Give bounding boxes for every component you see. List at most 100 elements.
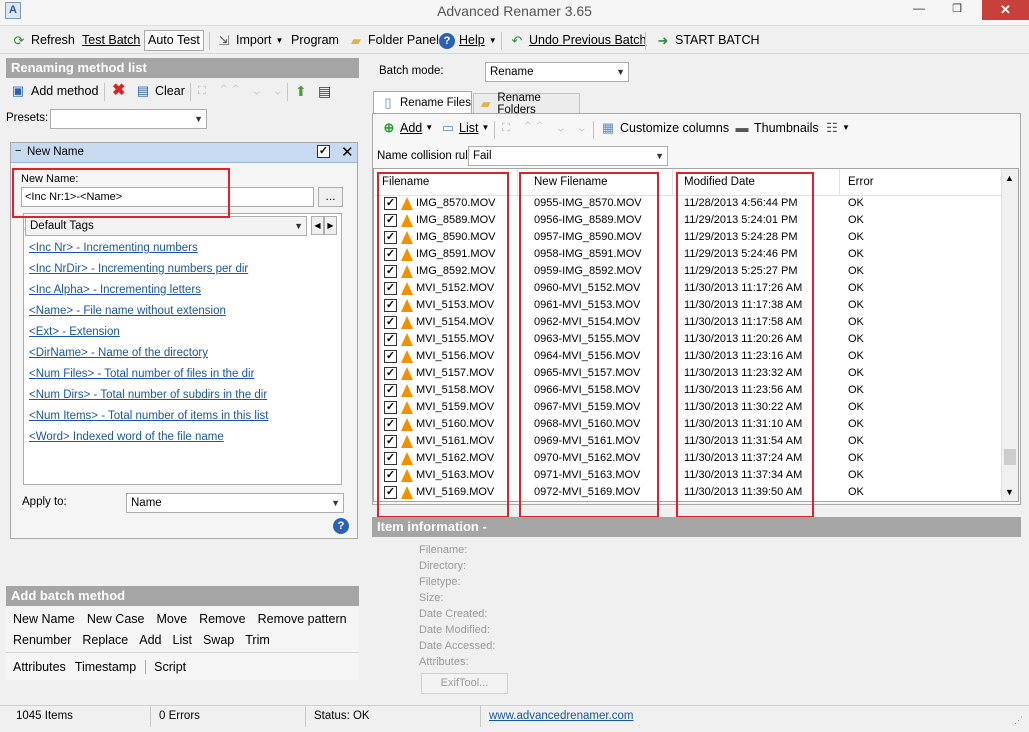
close-button[interactable]: ✕: [982, 0, 1029, 20]
row-checkbox[interactable]: ✓: [384, 299, 397, 312]
table-row[interactable]: ✓ IMG_8592.MOV 0959-IMG_8592.MOV 11/29/2013…: [374, 263, 999, 280]
row-checkbox[interactable]: ✓: [384, 265, 397, 278]
scrollbar-thumb[interactable]: [1004, 449, 1016, 465]
tag-link[interactable]: <Inc Alpha> - Incrementing letters: [29, 284, 201, 296]
apply-to-select[interactable]: Name ▼: [126, 493, 344, 513]
row-checkbox[interactable]: ✓: [384, 486, 397, 499]
batch-method-add[interactable]: Add: [139, 633, 161, 647]
tags-next-button[interactable]: ▶: [324, 216, 337, 235]
batch-method-timestamp[interactable]: Timestamp: [75, 660, 136, 674]
tag-link[interactable]: <Num Items> - Total number of items in t…: [29, 410, 268, 422]
method-help-icon[interactable]: ?: [333, 518, 349, 534]
row-checkbox[interactable]: ✓: [384, 435, 397, 448]
test-batch-button[interactable]: Test Batch: [79, 30, 143, 51]
row-checkbox[interactable]: ✓: [384, 248, 397, 261]
batch-method-new-case[interactable]: New Case: [87, 612, 145, 626]
undo-previous-batch-button[interactable]: ↶ Undo Previous Batch: [506, 30, 649, 51]
row-checkbox[interactable]: ✓: [384, 401, 397, 414]
table-row[interactable]: ✓ MVI_5169.MOV 0972-MVI_5169.MOV 11/30/2013…: [374, 484, 999, 501]
customize-columns-button[interactable]: ▦ Customize columns: [600, 118, 729, 138]
batch-method-replace[interactable]: Replace: [82, 633, 128, 647]
auto-test-button[interactable]: Auto Test: [144, 30, 204, 51]
column-header-filename[interactable]: Filename: [374, 169, 518, 195]
load-preset-icon[interactable]: ⬆: [295, 81, 307, 101]
batch-method-attributes[interactable]: Attributes: [13, 660, 66, 674]
table-row[interactable]: ✓ MVI_5163.MOV 0971-MVI_5163.MOV 11/30/2013…: [374, 467, 999, 484]
table-row[interactable]: ✓ MVI_5159.MOV 0967-MVI_5159.MOV 11/30/2013…: [374, 399, 999, 416]
batch-method-trim[interactable]: Trim: [245, 633, 270, 647]
tag-link[interactable]: <DirName> - Name of the directory: [29, 347, 208, 359]
program-button[interactable]: Program: [288, 30, 342, 51]
table-row[interactable]: ✓ IMG_8590.MOV 0957-IMG_8590.MOV 11/29/2013…: [374, 229, 999, 246]
batch-method-script[interactable]: Script: [145, 660, 186, 674]
add-files-button[interactable]: ⊕ Add ▼: [381, 118, 434, 138]
presets-select[interactable]: ▼: [50, 109, 207, 129]
tags-prev-button[interactable]: ◀: [311, 216, 324, 235]
row-checkbox[interactable]: ✓: [384, 333, 397, 346]
delete-icon[interactable]: ✖: [112, 81, 128, 101]
tab-rename-folders[interactable]: ▰ Rename Folders: [473, 92, 580, 116]
tag-link[interactable]: <Word> Indexed word of the file name: [29, 431, 224, 443]
batch-method-new-name[interactable]: New Name: [13, 612, 75, 626]
list-button[interactable]: ▭ List ▼: [440, 118, 490, 138]
row-checkbox[interactable]: ✓: [384, 214, 397, 227]
batch-mode-select[interactable]: Rename ▼: [485, 62, 629, 82]
batch-method-renumber[interactable]: Renumber: [13, 633, 71, 647]
tag-link[interactable]: <Num Dirs> - Total number of subdirs in …: [29, 389, 267, 401]
refresh-button[interactable]: ⟳ Refresh: [8, 30, 78, 51]
tag-link[interactable]: <Num Files> - Total number of files in t…: [29, 368, 254, 380]
tag-link[interactable]: <Name> - File name without extension: [29, 305, 226, 317]
row-checkbox[interactable]: ✓: [384, 282, 397, 295]
batch-method-remove[interactable]: Remove: [199, 612, 246, 626]
table-row[interactable]: ✓ MVI_5152.MOV 0960-MVI_5152.MOV 11/30/2013…: [374, 280, 999, 297]
row-checkbox[interactable]: ✓: [384, 469, 397, 482]
view-options-button[interactable]: ☷ ▼: [824, 118, 850, 138]
collapse-icon[interactable]: −: [15, 145, 21, 157]
remove-method-icon[interactable]: ✕: [341, 143, 354, 161]
batch-method-move[interactable]: Move: [157, 612, 188, 626]
row-checkbox[interactable]: ✓: [384, 452, 397, 465]
row-checkbox[interactable]: ✓: [384, 384, 397, 397]
help-button[interactable]: ? Help ▼: [436, 30, 500, 51]
table-row[interactable]: ✓ MVI_5158.MOV 0966-MVI_5158.MOV 11/30/2013…: [374, 382, 999, 399]
maximize-button[interactable]: ❐: [938, 0, 976, 20]
row-checkbox[interactable]: ✓: [384, 350, 397, 363]
save-icon[interactable]: ▤: [318, 81, 331, 101]
folder-panel-button[interactable]: ▰ Folder Panel: [345, 30, 442, 51]
browse-button[interactable]: ...: [318, 187, 343, 207]
table-row[interactable]: ✓ MVI_5156.MOV 0964-MVI_5156.MOV 11/30/2013…: [374, 348, 999, 365]
tag-link[interactable]: <Inc NrDir> - Incrementing numbers per d…: [29, 263, 248, 275]
start-batch-button[interactable]: ➜ START BATCH: [652, 30, 763, 51]
new-name-input[interactable]: <Inc Nr:1>-<Name>: [21, 187, 314, 207]
tags-select[interactable]: Default Tags ▼: [25, 216, 307, 236]
resize-grip-icon[interactable]: ⋰: [1014, 715, 1023, 726]
scroll-up-icon[interactable]: ▲: [1005, 173, 1014, 183]
batch-method-list[interactable]: List: [173, 633, 192, 647]
table-row[interactable]: ✓ MVI_5153.MOV 0961-MVI_5153.MOV 11/30/2013…: [374, 297, 999, 314]
collision-rule-select[interactable]: Fail ▼: [468, 146, 668, 166]
import-button[interactable]: ⇲ Import ▼: [213, 30, 286, 51]
row-checkbox[interactable]: ✓: [384, 367, 397, 380]
website-link[interactable]: www.advancedrenamer.com: [481, 706, 781, 727]
minimize-button[interactable]: —: [900, 0, 938, 20]
add-method-button[interactable]: ▣ Add method: [10, 81, 99, 101]
table-row[interactable]: ✓ IMG_8570.MOV 0955-IMG_8570.MOV 11/28/2013…: [374, 195, 999, 212]
table-row[interactable]: ✓ MVI_5162.MOV 0970-MVI_5162.MOV 11/30/2013…: [374, 450, 999, 467]
tab-rename-files[interactable]: ▯ Rename Files: [373, 91, 472, 114]
table-row[interactable]: ✓ MVI_5157.MOV 0965-MVI_5157.MOV 11/30/2013…: [374, 365, 999, 382]
table-row[interactable]: ✓ MVI_5160.MOV 0968-MVI_5160.MOV 11/30/2013…: [374, 416, 999, 433]
column-header-modified-date[interactable]: Modified Date: [676, 169, 840, 195]
row-checkbox[interactable]: ✓: [384, 418, 397, 431]
batch-method-swap[interactable]: Swap: [203, 633, 234, 647]
table-row[interactable]: ✓ IMG_8591.MOV 0958-IMG_8591.MOV 11/29/2013…: [374, 246, 999, 263]
row-checkbox[interactable]: ✓: [384, 197, 397, 210]
table-row[interactable]: ✓ MVI_5154.MOV 0962-MVI_5154.MOV 11/30/2013…: [374, 314, 999, 331]
method-enabled-checkbox[interactable]: ✓: [317, 145, 330, 158]
column-header-new-filename[interactable]: New Filename: [526, 169, 673, 195]
scroll-down-icon[interactable]: ▼: [1005, 487, 1014, 497]
table-row[interactable]: ✓ MVI_5161.MOV 0969-MVI_5161.MOV 11/30/2013…: [374, 433, 999, 450]
thumbnails-button[interactable]: ▬ Thumbnails: [734, 118, 819, 138]
table-row[interactable]: ✓ MVI_5155.MOV 0963-MVI_5155.MOV 11/30/2013…: [374, 331, 999, 348]
batch-method-remove-pattern[interactable]: Remove pattern: [258, 612, 347, 626]
column-header-error[interactable]: Error: [840, 169, 1002, 195]
